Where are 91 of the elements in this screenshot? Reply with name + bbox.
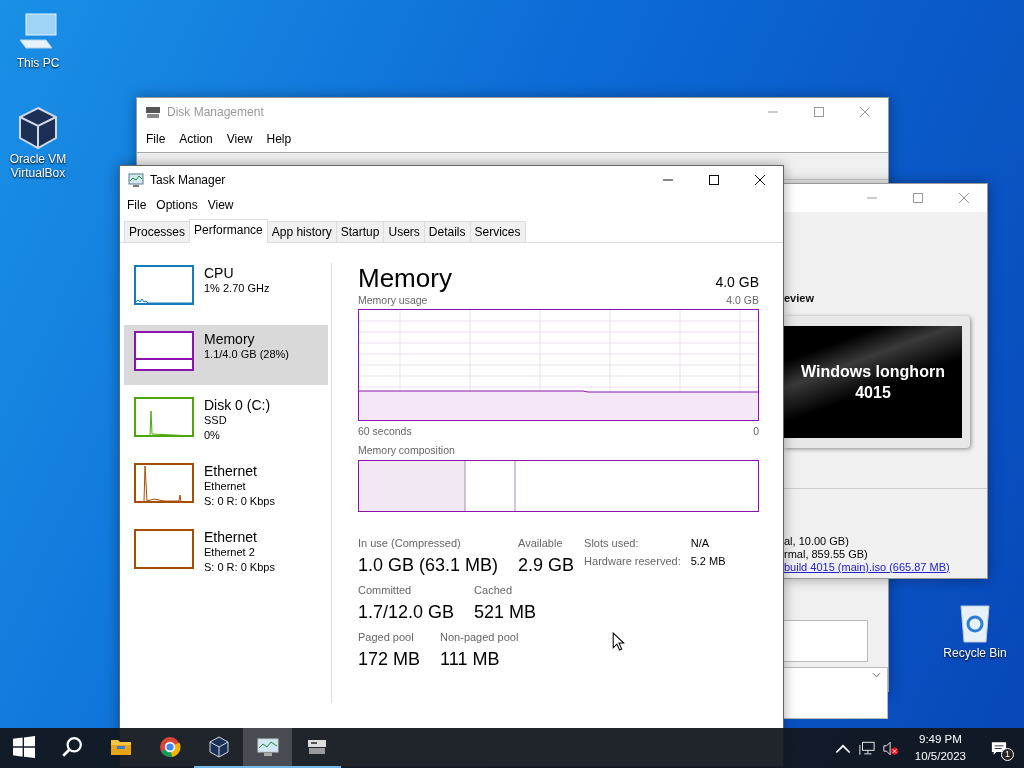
task-manager-icon xyxy=(256,736,279,758)
resource-item[interactable]: Memory 1.1/4.0 GB (28%) xyxy=(124,325,328,385)
resource-name: Ethernet xyxy=(204,529,258,545)
volume-muted-icon[interactable] xyxy=(882,740,899,756)
windows-logo-icon xyxy=(13,736,35,758)
resource-name: Ethernet xyxy=(204,463,258,479)
resource-item[interactable]: Disk 0 (C:) SSD 0% xyxy=(124,391,328,451)
notification-count: 1 xyxy=(1001,748,1014,761)
maximize-icon xyxy=(709,175,719,185)
stat-label: In use (Compressed) xyxy=(358,536,462,551)
close-icon xyxy=(860,107,870,117)
tab[interactable]: Startup xyxy=(335,221,385,242)
graph-label: Memory usage xyxy=(358,293,428,307)
resource-name: Memory xyxy=(204,331,256,347)
resource-name: CPU xyxy=(204,265,235,281)
resource-item[interactable]: Ethernet Ethernet 2 S: 0 R: 0 Kbps xyxy=(124,523,328,583)
stat-label: Slots used: xyxy=(584,536,640,551)
chrome-icon xyxy=(158,736,181,758)
resource-detail: S: 0 R: 0 Kbps xyxy=(204,494,275,509)
mouse-pointer-icon xyxy=(612,632,625,651)
search-icon xyxy=(61,736,83,758)
tab[interactable]: App history xyxy=(266,221,337,242)
file-link[interactable]: build 4015 (main).iso (665.87 MB) xyxy=(784,561,987,574)
resource-detail: S: 0 R: 0 Kbps xyxy=(204,560,275,575)
menu-item[interactable]: Action xyxy=(174,130,218,148)
stat-value: 5.2 MB xyxy=(690,554,726,569)
stat-label: Committed xyxy=(358,583,413,598)
stat-value: 111 MB xyxy=(440,648,501,671)
window-title: Task Manager xyxy=(150,173,226,187)
cube-icon xyxy=(16,106,60,150)
detail-text: al, 10.00 GB) xyxy=(784,535,850,548)
graph-max-label: 4.0 GB xyxy=(726,293,759,307)
tab[interactable]: Users xyxy=(383,221,425,242)
tab[interactable]: Details xyxy=(423,221,471,242)
close-icon xyxy=(755,175,765,185)
menu-item[interactable]: File xyxy=(122,196,152,214)
resource-detail: 1.1/4.0 GB (28%) xyxy=(204,347,289,362)
disk-drive-icon xyxy=(145,104,161,120)
preview-text: Windows longhorn xyxy=(801,362,945,382)
taskbar-app[interactable] xyxy=(243,728,292,768)
section-heading: eview xyxy=(784,292,815,304)
menu-item[interactable]: File xyxy=(141,130,171,148)
axis-label: 0 xyxy=(753,424,759,438)
menu-item[interactable]: View xyxy=(202,196,239,214)
page-title: Memory xyxy=(358,263,452,293)
menu-item[interactable]: Help xyxy=(261,130,297,148)
stat-value: 1.7/12.0 GB xyxy=(358,601,455,624)
resource-detail: SSD xyxy=(204,413,228,428)
axis-label: 60 seconds xyxy=(358,424,412,438)
desktop-shortcut[interactable]: This PC xyxy=(0,10,76,70)
message-icon xyxy=(991,740,1007,756)
stat-value: 1.0 GB (63.1 MB) xyxy=(358,554,499,577)
dropdown-field[interactable] xyxy=(782,667,888,719)
desktop-shortcut[interactable]: Oracle VM VirtualBox xyxy=(0,106,76,180)
stat-label: Available xyxy=(518,536,564,551)
cube-icon xyxy=(207,736,230,758)
stat-value: 2.9 GB xyxy=(518,554,575,577)
caret-icon xyxy=(872,672,881,678)
maximize-icon xyxy=(913,193,923,203)
graph-label: Memory composition xyxy=(358,443,456,457)
task-manager-icon xyxy=(128,172,144,188)
stat-value: 521 MB xyxy=(474,601,537,624)
stat-label: Cached xyxy=(474,583,513,598)
resource-detail: 0% xyxy=(204,428,221,443)
stat-label: Non-paged pool xyxy=(440,630,519,645)
resource-item[interactable]: CPU 1% 2.70 GHz xyxy=(124,259,328,319)
stat-label: Hardware reserved: xyxy=(584,554,681,569)
notification-button[interactable]: 1 xyxy=(982,728,1016,768)
stat-value: 172 MB xyxy=(358,648,421,671)
tab[interactable]: Processes xyxy=(124,221,191,242)
window-title: Disk Management xyxy=(167,105,264,119)
menu-item[interactable]: View xyxy=(221,130,258,148)
desktop-shortcut[interactable]: Recycle Bin xyxy=(937,600,1013,660)
clock-date[interactable]: 10/5/2023 xyxy=(914,748,966,765)
detail-text: rmal, 859.55 GB) xyxy=(784,548,869,561)
total-memory: 4.0 GB xyxy=(715,274,759,290)
resource-item[interactable]: Ethernet Ethernet S: 0 R: 0 Kbps xyxy=(124,457,328,517)
clock-time[interactable]: 9:49 PM xyxy=(919,731,962,748)
network-icon[interactable] xyxy=(858,740,875,756)
resource-detail: 1% 2.70 GHz xyxy=(204,281,270,296)
close-icon xyxy=(959,193,969,203)
resource-detail: Ethernet xyxy=(204,479,247,494)
resource-detail: Ethernet 2 xyxy=(204,545,256,560)
menu-item[interactable]: Options xyxy=(151,196,203,214)
preview-text: 4015 xyxy=(855,383,891,403)
stat-value: N/A xyxy=(690,536,711,551)
tab[interactable]: Performance xyxy=(189,219,268,243)
maximize-icon xyxy=(814,107,824,117)
stat-label: Paged pool xyxy=(358,630,415,645)
tab[interactable]: Services xyxy=(469,221,526,242)
resource-name: Disk 0 (C:) xyxy=(204,397,271,413)
